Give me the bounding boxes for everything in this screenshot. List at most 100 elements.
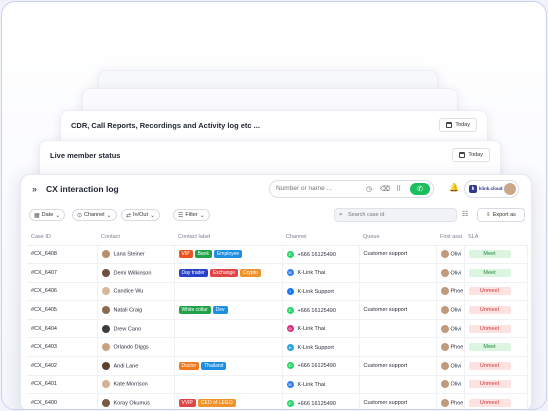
contact-label-cell: VIP Bank Employee (174, 245, 283, 265)
contact-cell[interactable]: Lana Steiner (97, 245, 175, 265)
messenger-icon: ✉ (286, 269, 294, 277)
export-label: Export as (492, 212, 516, 218)
keypad-icon[interactable]: ⠿ (396, 185, 401, 193)
queue-cell (359, 319, 437, 339)
sla-badge: Meet (468, 268, 511, 277)
whatsapp-icon: ✆ (286, 306, 294, 314)
table-row[interactable]: #CX_6406 Candice Wu f K-Link Support Phoe Unm… (27, 282, 528, 302)
assignee-name: Phoe (450, 288, 464, 295)
contact-cell[interactable]: Demi Wilkinson (97, 263, 175, 283)
channel-name: +666 16125490 (297, 363, 336, 370)
contact-tag: Dev (212, 306, 228, 315)
assignee-avatar (440, 399, 449, 408)
contact-tag: VVIP (178, 399, 196, 408)
assignee-avatar (440, 268, 449, 277)
case-id-cell[interactable]: #CX_6408 (27, 245, 98, 265)
date-filter[interactable]: ▦ Date ⌄ (29, 209, 66, 221)
assignee-avatar (440, 324, 449, 333)
channel-filter[interactable]: ⊙ Channel ⌄ (72, 209, 117, 221)
col-contact-label[interactable]: Contact label (174, 229, 282, 246)
col-contact[interactable]: Contact (97, 229, 174, 246)
col-case-id[interactable]: Case ID (27, 229, 97, 246)
contact-cell[interactable]: Koray Okumus (97, 393, 175, 409)
table-row[interactable]: #CX_6400 Koray Okumus VVIP CEO of LEGO ✆ +666… (27, 393, 528, 409)
cdr-today-button[interactable]: Today (439, 118, 477, 132)
column-settings-icon[interactable]: ☷ (462, 210, 468, 218)
case-id-cell[interactable]: #CX_6401 (27, 375, 98, 395)
direction-icon: ⇄ (126, 212, 132, 219)
live-today-button[interactable]: Today (452, 148, 490, 162)
queue-cell: Customer support (359, 356, 437, 376)
case-id-cell[interactable]: #CX_6403 (27, 337, 98, 358)
contact-label-cell (174, 375, 283, 395)
contact-cell[interactable]: Natali Craig (97, 300, 175, 320)
case-id-cell[interactable]: #CX_6407 (27, 263, 98, 283)
table-row[interactable]: #CX_6407 Demi Wilkinson Day trader Exchange… (27, 263, 528, 283)
case-id-cell[interactable]: #CX_6405 (27, 300, 98, 320)
chevron-down-icon: ⌄ (55, 212, 61, 219)
expand-sidebar-icon[interactable]: » (32, 184, 37, 194)
contact-tag: Exchange (209, 268, 239, 277)
user-avatar[interactable] (504, 183, 516, 195)
sla-cell: Unmeet (464, 356, 528, 376)
export-button[interactable]: ⇩ Export as (477, 208, 525, 222)
assignee-avatar (440, 343, 449, 352)
contact-cell[interactable]: Andi Lane (97, 356, 175, 376)
contact-cell[interactable]: Candice Wu (97, 282, 175, 302)
channel-cell: ✆ +666 16125490 (282, 356, 360, 376)
case-id-cell[interactable]: #CX_6406 (27, 282, 98, 302)
contact-cell[interactable]: Drew Cano (97, 319, 175, 339)
contact-avatar (101, 380, 110, 389)
whatsapp-icon: ✆ (286, 250, 294, 258)
case-id-cell[interactable]: #CX_6404 (27, 319, 98, 339)
contact-tag: VIP (178, 250, 193, 259)
contact-name: Orlando Diggs (113, 344, 149, 351)
contact-cell[interactable]: Kate Morrison (97, 375, 175, 395)
messenger-icon: ✉ (286, 380, 294, 388)
table-row[interactable]: #CX_6405 Natali Craig White collar Dev ✆ +666… (27, 300, 528, 320)
sla-badge: Unmeet (468, 361, 511, 370)
col-first-assignee[interactable]: First assi (436, 229, 464, 246)
whatsapp-icon: ✆ (286, 362, 294, 370)
sla-cell: Unmeet (464, 300, 528, 320)
assignee-cell: Phoe (436, 337, 465, 358)
channel-filter-label: Channel (84, 212, 105, 218)
account-switcher[interactable]: k klink.cloud (464, 180, 519, 198)
contact-tag: Bank (194, 250, 212, 259)
clock-icon[interactable]: ◷ (366, 185, 372, 193)
table-row[interactable]: #CX_6408 Lana Steiner VIP Bank Employee ✆ +666… (27, 245, 528, 265)
chevron-down-icon: ⌄ (106, 212, 112, 219)
calendar-icon (459, 152, 466, 158)
col-sla[interactable]: SLA (464, 229, 527, 246)
channel-name: K-Link Thai (297, 270, 326, 277)
call-button[interactable]: ✆ (410, 183, 430, 195)
assignee-avatar (440, 306, 449, 315)
more-filter-button[interactable]: ☰ Filter ⌄ (173, 209, 210, 221)
sla-cell: Meet (464, 337, 528, 358)
channel-name: K-Link Thai (297, 326, 326, 333)
table-row[interactable]: #CX_6403 Orlando Diggs ➤ K-Link Support Phoe… (27, 337, 528, 358)
queue-cell: Customer support (359, 393, 437, 409)
case-id-cell[interactable]: #CX_6400 (27, 393, 98, 409)
backspace-icon[interactable]: ⌫ (380, 185, 390, 193)
channel-name: +666 16125490 (297, 307, 336, 314)
contact-cell[interactable]: Orlando Diggs (97, 337, 175, 358)
case-id-cell[interactable]: #CX_6402 (27, 356, 98, 376)
table-row[interactable]: #CX_6402 Andi Lane Doctor Thailand ✆ +666 161… (27, 356, 528, 376)
bell-icon[interactable]: 🔔 (449, 183, 459, 192)
assignee-name: Olivi (450, 363, 462, 370)
table-row[interactable]: #CX_6401 Kate Morrison ✉ K-Link Thai Olivi Un… (27, 375, 528, 395)
col-channel[interactable]: Channel (282, 229, 359, 246)
assignee-cell: Olivi (436, 245, 465, 265)
sla-badge: Meet (468, 250, 511, 259)
brand-name: klink.cloud (479, 186, 503, 191)
assignee-name: Olivi (450, 307, 462, 314)
channel-cell: ✆ +666 16125490 (282, 393, 360, 409)
search-input[interactable] (348, 212, 448, 218)
inout-filter[interactable]: ⇄ In/Out ⌄ (121, 209, 161, 221)
table-row[interactable]: #CX_6404 Drew Cano ◎ K-Link Thai Olivi Unmeet (27, 319, 528, 339)
contact-tag: Day trader (178, 268, 208, 277)
col-queue[interactable]: Queue (359, 229, 436, 246)
dial-input[interactable] (276, 185, 358, 192)
contact-label-cell: Day trader Exchange Crypto (174, 263, 283, 283)
